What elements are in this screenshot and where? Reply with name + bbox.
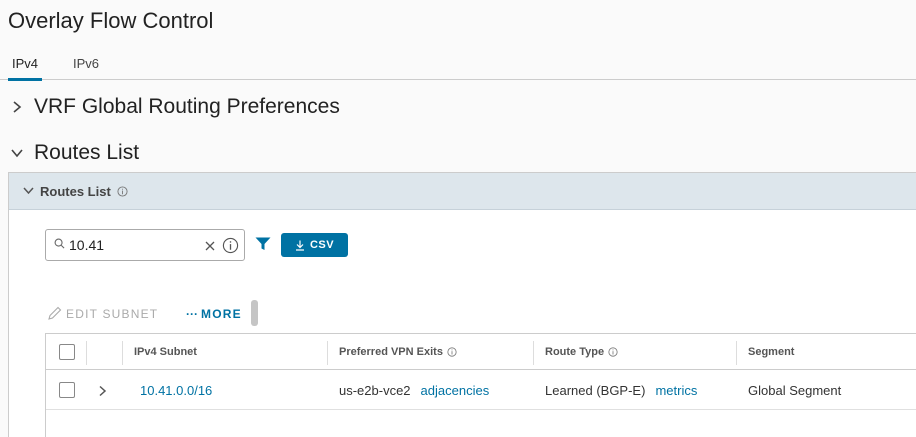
- column-divider: [86, 341, 87, 365]
- route-type-cell: Learned (BGP-E) metrics: [545, 370, 697, 410]
- routes-list-toggle[interactable]: Routes List: [8, 141, 139, 165]
- tab-ipv6[interactable]: IPv6: [69, 56, 103, 78]
- routes-table: IPv4 Subnet Preferred VPN Exits Route Ty…: [45, 333, 916, 437]
- more-actions-button[interactable]: ··· MORE: [186, 307, 242, 321]
- clear-search-icon[interactable]: [204, 239, 216, 257]
- info-icon[interactable]: [608, 347, 618, 357]
- download-icon: [295, 240, 304, 251]
- page-title: Overlay Flow Control: [8, 8, 214, 33]
- column-header-route-type[interactable]: Route Type: [545, 334, 618, 370]
- routes-section-title: Routes List: [34, 141, 140, 164]
- routes-list-panel: Routes List CSV EDIT SUB: [8, 172, 916, 437]
- expand-row-chevron-icon[interactable]: [98, 384, 107, 402]
- more-dots-icon: ···: [186, 307, 198, 321]
- csv-export-button[interactable]: CSV: [281, 233, 348, 257]
- search-icon: [54, 236, 65, 254]
- column-header-ipv4-subnet[interactable]: IPv4 Subnet: [134, 334, 197, 370]
- chevron-right-icon: [8, 98, 26, 116]
- edit-subnet-label: EDIT SUBNET: [66, 306, 159, 321]
- vrf-section-title: VRF Global Routing Preferences: [34, 95, 340, 118]
- routes-list-panel-header[interactable]: Routes List: [9, 173, 916, 210]
- column-header-segment[interactable]: Segment: [748, 334, 794, 370]
- subnet-cell: 10.41.0.0/16: [140, 370, 212, 410]
- page: Overlay Flow Control IPv4 IPv6 VRF Globa…: [0, 0, 916, 437]
- tab-bar: IPv4 IPv6: [0, 50, 916, 81]
- search-input[interactable]: [69, 237, 189, 253]
- search-box: [45, 229, 245, 261]
- select-all-checkbox[interactable]: [59, 344, 75, 360]
- csv-label: CSV: [309, 239, 335, 251]
- segment-cell: Global Segment: [748, 382, 842, 398]
- table-row[interactable]: 10.41.0.0/16 us-e2b-vce2 adjacencies Lea…: [46, 370, 916, 410]
- table-header-row: IPv4 Subnet Preferred VPN Exits Route Ty…: [46, 334, 916, 370]
- pencil-icon: [48, 306, 62, 320]
- row-checkbox[interactable]: [59, 382, 75, 398]
- subnet-link[interactable]: 10.41.0.0/16: [140, 383, 212, 398]
- search-info-icon[interactable]: [222, 237, 239, 259]
- filter-icon[interactable]: [255, 237, 271, 256]
- column-header-label: Preferred VPN Exits: [339, 346, 443, 358]
- route-type-value: Learned (BGP-E): [545, 382, 646, 398]
- column-divider: [736, 341, 737, 365]
- more-label: MORE: [201, 307, 242, 321]
- column-divider: [122, 341, 123, 365]
- chevron-down-icon: [8, 144, 26, 162]
- metrics-link[interactable]: metrics: [655, 383, 697, 398]
- panel-title: Routes List: [40, 183, 111, 199]
- column-divider: [533, 341, 534, 365]
- vrf-routing-preferences-toggle[interactable]: VRF Global Routing Preferences: [8, 95, 340, 119]
- scrollbar-thumb[interactable]: [251, 300, 258, 326]
- chevron-down-icon: [23, 182, 34, 200]
- edit-subnet-button[interactable]: EDIT SUBNET: [47, 306, 158, 321]
- adjacencies-link[interactable]: adjacencies: [421, 383, 490, 398]
- vpn-exit-cell: us-e2b-vce2 adjacencies: [339, 370, 489, 410]
- tab-ipv4[interactable]: IPv4: [8, 56, 43, 81]
- info-icon[interactable]: [117, 185, 128, 197]
- info-icon[interactable]: [447, 347, 457, 357]
- column-divider: [327, 341, 328, 365]
- vpn-exit-value: us-e2b-vce2: [339, 382, 411, 398]
- column-header-preferred-vpn-exits[interactable]: Preferred VPN Exits: [339, 334, 457, 370]
- column-header-label: Route Type: [545, 346, 605, 358]
